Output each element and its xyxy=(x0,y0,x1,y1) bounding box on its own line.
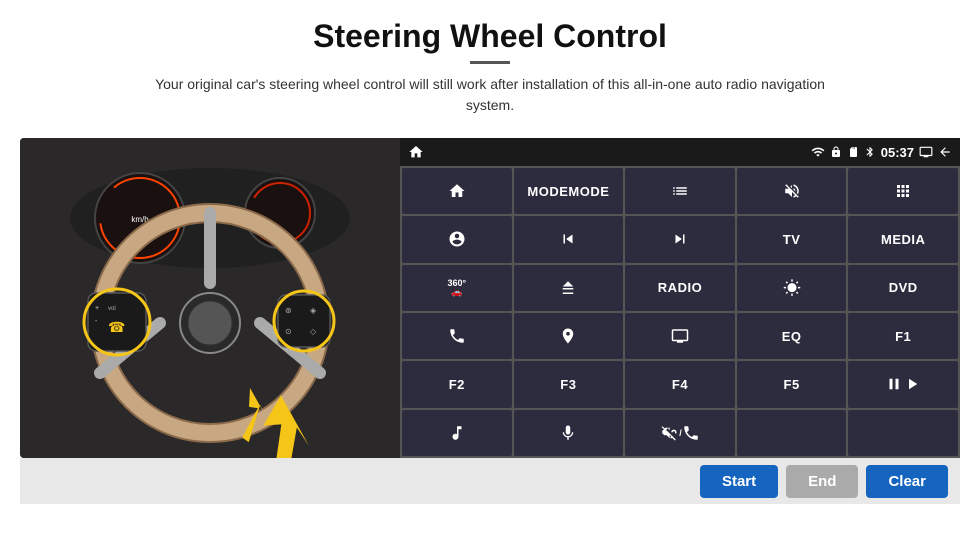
svg-text:⊙: ⊙ xyxy=(285,327,292,336)
btn-phone[interactable] xyxy=(402,313,512,359)
btn-prev[interactable] xyxy=(514,216,624,262)
btn-r6c5-empty xyxy=(848,410,958,456)
status-right: 05:37 xyxy=(811,145,952,160)
status-left xyxy=(408,144,424,160)
start-button[interactable]: Start xyxy=(700,465,778,498)
android-panel: 05:37 MODEMODE xyxy=(400,138,960,458)
btn-f2[interactable]: F2 xyxy=(402,361,512,407)
btn-eject[interactable] xyxy=(514,265,624,311)
btn-navi[interactable] xyxy=(514,313,624,359)
end-button[interactable]: End xyxy=(786,465,858,498)
home-status-icon xyxy=(408,144,424,160)
title-section: Steering Wheel Control Your original car… xyxy=(150,18,830,130)
svg-text:⊛: ⊛ xyxy=(285,306,292,315)
btn-music[interactable] xyxy=(402,410,512,456)
content-row: km/h + - vol ☎ xyxy=(20,138,960,458)
bottom-buttons-bar: Start End Clear xyxy=(20,458,960,504)
btn-eq[interactable]: EQ xyxy=(737,313,847,359)
btn-dvd[interactable]: DVD xyxy=(848,265,958,311)
btn-list[interactable] xyxy=(625,168,735,214)
svg-text:◇: ◇ xyxy=(310,327,317,336)
btn-r6c4-empty xyxy=(737,410,847,456)
btn-mode[interactable]: MODEMODE xyxy=(514,168,624,214)
back-icon xyxy=(938,145,952,159)
wifi-icon xyxy=(811,145,825,159)
btn-settings[interactable] xyxy=(402,216,512,262)
btn-display[interactable] xyxy=(625,313,735,359)
btn-f4[interactable]: F4 xyxy=(625,361,735,407)
btn-mute[interactable] xyxy=(737,168,847,214)
svg-text:+: + xyxy=(95,305,99,312)
status-bar: 05:37 xyxy=(400,138,960,166)
lock-icon xyxy=(830,146,842,158)
page-subtitle: Your original car's steering wheel contr… xyxy=(150,74,830,116)
button-grid: MODEMODE xyxy=(400,166,960,458)
btn-home[interactable] xyxy=(402,168,512,214)
btn-vol-phone[interactable]: / xyxy=(625,410,735,456)
bluetooth-icon xyxy=(864,146,876,158)
svg-text:☎: ☎ xyxy=(108,319,125,335)
btn-f3[interactable]: F3 xyxy=(514,361,624,407)
btn-360cam[interactable]: 360°🚗 xyxy=(402,265,512,311)
sd-icon xyxy=(847,146,859,158)
btn-f5[interactable]: F5 xyxy=(737,361,847,407)
btn-tv[interactable]: TV xyxy=(737,216,847,262)
btn-radio[interactable]: RADIO xyxy=(625,265,735,311)
wheel-image: km/h + - vol ☎ xyxy=(20,138,400,458)
btn-apps[interactable] xyxy=(848,168,958,214)
btn-next[interactable] xyxy=(625,216,735,262)
title-divider xyxy=(470,61,510,64)
btn-f1[interactable]: F1 xyxy=(848,313,958,359)
status-time: 05:37 xyxy=(881,145,914,160)
svg-text:◈: ◈ xyxy=(310,306,317,315)
btn-brightness[interactable] xyxy=(737,265,847,311)
screen-icon xyxy=(919,145,933,159)
svg-text:vol: vol xyxy=(108,306,116,312)
btn-playpause[interactable] xyxy=(848,361,958,407)
btn-media[interactable]: MEDIA xyxy=(848,216,958,262)
btn-mic[interactable] xyxy=(514,410,624,456)
page-title: Steering Wheel Control xyxy=(150,18,830,55)
page-wrapper: Steering Wheel Control Your original car… xyxy=(0,0,980,544)
clear-button[interactable]: Clear xyxy=(866,465,948,498)
